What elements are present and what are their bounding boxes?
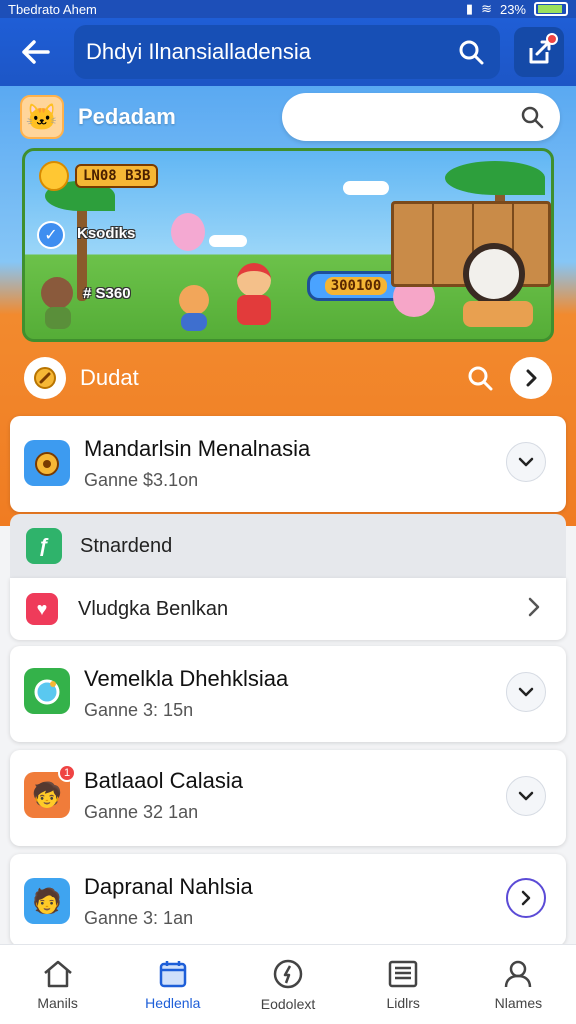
person-icon: [505, 960, 532, 987]
card-subtitle: Ganne $3.1on: [84, 470, 199, 490]
hero-footer: Dudat: [24, 354, 552, 402]
section-label: Dudat: [80, 365, 139, 390]
hero-search-input[interactable]: [282, 93, 560, 141]
character-head: [41, 277, 73, 309]
app-icon: 🧑: [24, 878, 70, 924]
list-item[interactable]: Vemelkla Dhehklsiaa Ganne 3: 15n: [10, 646, 566, 742]
page-title: Dhdyi Ilnansialladensia: [86, 39, 312, 64]
nav-label: Manils: [37, 994, 78, 1011]
status-left-text: Tbedrato Ahem: [8, 1, 97, 17]
title-bar[interactable]: Dhdyi Ilnansialladensia: [74, 25, 500, 79]
card-title: Mandarlsin Menalnasia: [84, 436, 311, 461]
profile-name: Pedadam: [78, 104, 176, 129]
list-row[interactable]: ♥ Vludgka Benlkan: [10, 578, 566, 640]
card-subtitle: Ganne 32 1an: [84, 802, 199, 822]
character-body: [237, 295, 271, 325]
nav-label: Eodolext: [260, 995, 316, 1012]
arrow-left-icon: [22, 40, 50, 64]
status-indicators: ▮ ≋ 23%: [466, 1, 568, 17]
mode-label: Ksodiks: [77, 225, 136, 242]
search-icon: [521, 106, 544, 129]
nav-item-explore[interactable]: Eodolext: [230, 945, 345, 1024]
status-bar: Tbedrato Ahem ▮ ≋ 23%: [0, 0, 576, 18]
card-title: Dapranal Nahlsia: [84, 874, 253, 899]
nav-label: Hedlenla: [145, 994, 201, 1011]
shiba-dog: [463, 243, 525, 305]
heart-icon: ♥: [26, 593, 58, 625]
wifi-icon: ≋: [481, 1, 492, 16]
card-subtitle: Ganne 3: 1an: [84, 908, 194, 928]
section-title: Stnardend: [80, 534, 173, 557]
nav-item-home[interactable]: Manils: [0, 945, 115, 1024]
hero-header: 🐱 Pedadam: [20, 93, 560, 141]
card-title: Batlaaol Calasia: [84, 768, 243, 793]
info-icon: ✓: [37, 221, 65, 249]
character-body: [45, 307, 71, 329]
app-icon: [24, 440, 70, 486]
card-title: Vemelkla Dhehklsiaa: [84, 666, 289, 691]
coin-icon: [39, 161, 69, 191]
chevron-right-icon: [526, 597, 542, 622]
compass-icon: [273, 959, 303, 988]
nav-item-calendar[interactable]: Hedlenla: [115, 945, 230, 1024]
notification-badge: 1: [58, 764, 76, 782]
app-bar: Dhdyi Ilnansialladensia: [0, 18, 576, 86]
character-body: [181, 313, 207, 331]
list-item[interactable]: 🧑 Dapranal Nahlsia Ganne 3: 1an: [10, 854, 566, 946]
expand-button[interactable]: [506, 442, 546, 482]
pink-cat: [171, 213, 205, 251]
search-icon[interactable]: [454, 35, 488, 69]
next-button[interactable]: [510, 357, 552, 399]
cloud-decoration: [343, 181, 389, 195]
row-label: Vludgka Benlkan: [78, 597, 229, 620]
nav-label: Nlames: [494, 994, 543, 1011]
top-score: LN08 B3B: [75, 164, 159, 188]
battery-percent: 23%: [499, 1, 526, 17]
chevron-down-icon: [518, 791, 534, 801]
section-icon: ƒ: [26, 528, 62, 564]
vibrate-icon: ▮: [465, 1, 474, 16]
section-header: ƒ Stnardend: [10, 514, 566, 578]
left-score: # S360: [83, 285, 131, 302]
avatar[interactable]: 🐱: [20, 95, 64, 139]
app-icon: [24, 668, 70, 714]
list-item[interactable]: 🧒 1 Batlaaol Calasia Ganne 32 1an: [10, 750, 566, 846]
newspaper-icon: [388, 960, 418, 987]
coin-counter: LN08 B3B: [39, 161, 159, 191]
tool-icon: [24, 357, 66, 399]
palm-leaf: [445, 161, 545, 195]
notification-dot: [546, 33, 558, 45]
cloud-decoration: [209, 235, 247, 247]
character-head: [179, 285, 209, 315]
nav-label: Lidlrs: [386, 994, 420, 1011]
share-button[interactable]: [514, 27, 564, 77]
open-button[interactable]: [506, 878, 546, 918]
expand-button[interactable]: [506, 776, 546, 816]
bottom-nav: Manils Hedlenla Eodolext Lidlrs Nlames: [0, 944, 576, 1024]
search-icon[interactable]: [462, 360, 498, 396]
chevron-right-icon: [521, 890, 531, 906]
chevron-down-icon: [518, 457, 534, 467]
back-button[interactable]: [12, 28, 60, 76]
shiba-body: [463, 301, 533, 327]
battery-icon: [534, 2, 568, 16]
chevron-right-icon: [526, 369, 537, 387]
nav-item-profile[interactable]: Nlames: [461, 945, 576, 1024]
chevron-down-icon: [518, 687, 534, 697]
nav-item-news[interactable]: Lidlrs: [346, 945, 461, 1024]
game-banner[interactable]: LN08 B3B ✓ Ksodiks # S360 300100: [22, 148, 554, 342]
calendar-icon: [159, 960, 187, 987]
card-subtitle: Ganne 3: 15n: [84, 700, 194, 720]
home-icon: [43, 960, 72, 987]
character-head: [237, 263, 271, 297]
expand-button[interactable]: [506, 672, 546, 712]
list-item[interactable]: Mandarlsin Menalnasia Ganne $3.1on: [10, 416, 566, 512]
